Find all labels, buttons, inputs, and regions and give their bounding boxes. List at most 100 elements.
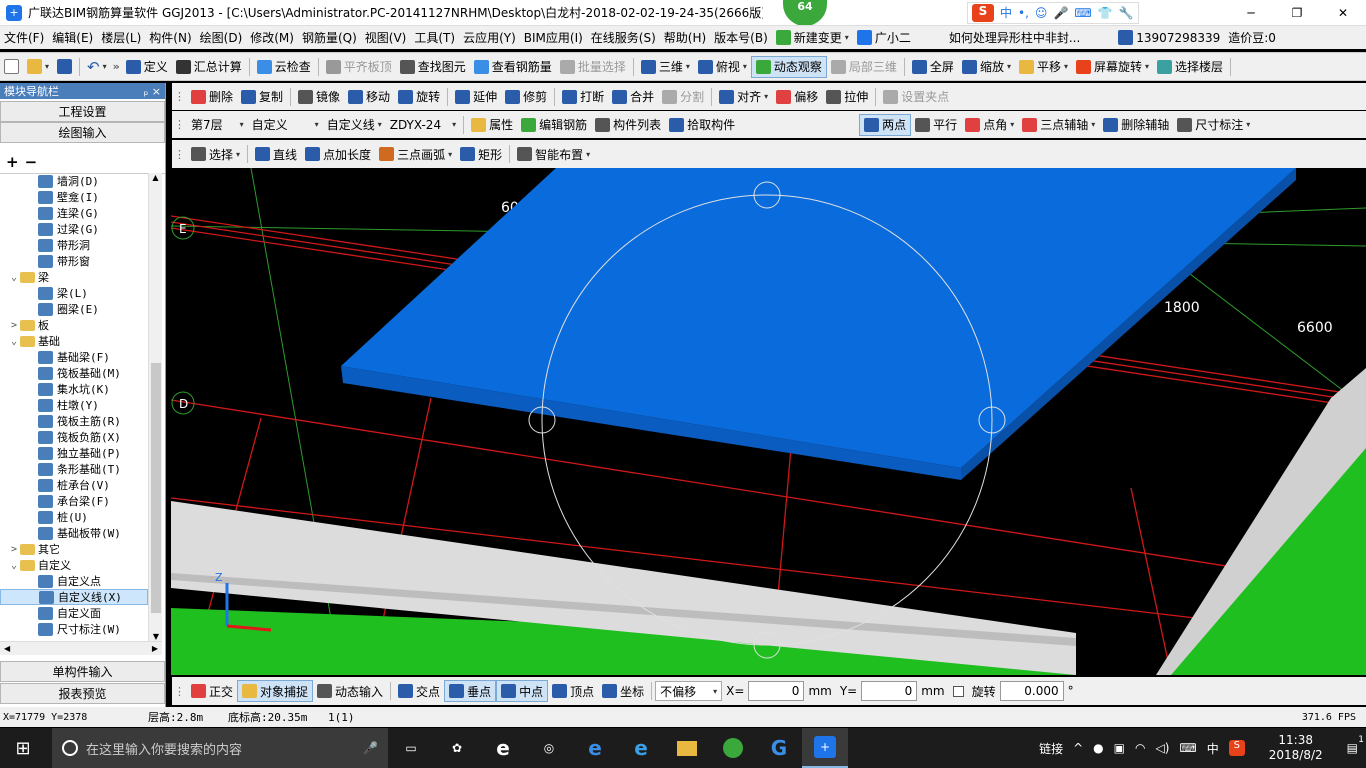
sb1-items-item-6[interactable]: 顶点 — [548, 680, 598, 702]
tb2-items-item-13[interactable]: 设置夹点 — [879, 86, 953, 108]
tree-item-24[interactable]: ⌄ 自定义 — [0, 557, 148, 573]
tree-item-9[interactable]: > 板 — [0, 317, 148, 333]
menu-item-10[interactable]: BIM应用(I) — [520, 27, 587, 49]
type-select[interactable]: 自定义线 ▾ — [323, 114, 386, 136]
sb1-items-item-2[interactable]: 动态输入 — [313, 680, 387, 702]
tb2-items-item-9[interactable]: 分割 — [658, 86, 708, 108]
taskbar-search[interactable]: 在这里输入你要搜索的内容 🎤 — [52, 728, 388, 768]
scrollbar-thumb[interactable] — [151, 363, 161, 613]
rotate-input[interactable]: 0.000 — [999, 681, 1064, 701]
tb1-items-item-2[interactable]: 云检查 — [253, 56, 315, 78]
tb1-items-item-7[interactable]: 三维 ▾ — [637, 56, 694, 78]
project-settings-button[interactable]: 工程设置 — [0, 101, 165, 122]
tb2-items-item-1[interactable]: 复制 — [237, 86, 287, 108]
tree-item-18[interactable]: 条形基础(T) — [0, 461, 148, 477]
tb2-items-item-6[interactable]: 修剪 — [501, 86, 551, 108]
new-file-icon[interactable] — [0, 56, 23, 78]
ime-toolbar[interactable]: S 中 •, ☺ 🎤 ⌨ 👕 🔧 — [967, 1, 1139, 24]
sb1-items-item-0[interactable]: 正交 — [187, 680, 237, 702]
tb2-items-item-3[interactable]: 移动 — [344, 86, 394, 108]
tb1-items-item-3[interactable]: 平齐板顶 — [322, 56, 396, 78]
tree-item-21[interactable]: 桩(U) — [0, 509, 148, 525]
tb1-items-item-8[interactable]: 俯视 ▾ — [694, 56, 751, 78]
tray-volume-icon[interactable]: ◁) — [1155, 741, 1169, 755]
drawing-input-button[interactable]: 绘图输入 — [0, 122, 165, 143]
save-icon[interactable] — [53, 56, 76, 78]
sb1-items-item-4[interactable]: 垂点 — [444, 680, 497, 702]
single-component-input-button[interactable]: 单构件输入 — [0, 661, 165, 682]
undo-icon[interactable]: ↶ ▾ — [83, 56, 111, 78]
tree-item-23[interactable]: > 其它 — [0, 541, 148, 557]
tb4-items-item-3[interactable]: 三点画弧 ▾ — [375, 143, 456, 165]
tb3-right-item-0[interactable]: 两点 — [859, 113, 912, 136]
pinned-app-g-icon[interactable]: G — [756, 728, 802, 768]
tray-lang[interactable]: 中 — [1207, 740, 1219, 757]
tree-item-25[interactable]: 自定义点 — [0, 573, 148, 589]
emoji-icon[interactable]: ☺ — [1035, 6, 1048, 20]
tree-item-15[interactable]: 筏板主筋(R) — [0, 413, 148, 429]
pinned-app-chrome-icon[interactable]: ◎ — [526, 728, 572, 768]
tree-expander-icon[interactable]: ⌄ — [8, 560, 20, 571]
tb1-items-item-14[interactable]: 屏幕旋转 ▾ — [1072, 56, 1153, 78]
tb1-items-item-6[interactable]: 批量选择 — [556, 56, 630, 78]
pin-icon[interactable]: ₚ — [144, 85, 149, 98]
tb1-items-item-4[interactable]: 查找图元 — [396, 56, 470, 78]
wrench-icon[interactable]: 🔧 — [1119, 6, 1134, 20]
tb3-items-item-1[interactable]: 编辑钢筋 — [517, 114, 591, 136]
report-preview-button[interactable]: 报表预览 — [0, 683, 165, 704]
tb3-items-item-0[interactable]: 属性 — [467, 114, 517, 136]
action-center-icon[interactable]: ▤ 1 — [1347, 735, 1364, 755]
menu-item-2[interactable]: 楼层(L) — [97, 27, 145, 49]
component-select[interactable]: ZDYX-24 ▾ — [386, 114, 460, 136]
sb1-items-item-7[interactable]: 坐标 — [598, 680, 648, 702]
pinned-app-ie2-icon[interactable]: e — [618, 728, 664, 768]
tree-item-13[interactable]: 集水坑(K) — [0, 381, 148, 397]
tree-item-26[interactable]: 自定义线(X) — [0, 589, 148, 605]
user-account[interactable]: 13907298339 — [1114, 27, 1224, 49]
open-file-icon[interactable]: ▾ — [23, 56, 53, 78]
tb1-items-item-11[interactable]: 全屏 — [908, 56, 958, 78]
tree-item-2[interactable]: 连梁(G) — [0, 205, 148, 221]
file-explorer-icon[interactable] — [664, 728, 710, 768]
clock[interactable]: 11:38 2018/8/2 — [1269, 733, 1323, 763]
tree-item-12[interactable]: 筏板基础(M) — [0, 365, 148, 381]
tree-item-19[interactable]: 桩承台(V) — [0, 477, 148, 493]
tb1-items-item-12[interactable]: 缩放 ▾ — [958, 56, 1015, 78]
tray-link[interactable]: 链接 — [1039, 740, 1063, 757]
tree-item-20[interactable]: 承台梁(F) — [0, 493, 148, 509]
tb1-items-item-0[interactable]: 定义 — [122, 56, 172, 78]
tree-item-17[interactable]: 独立基础(P) — [0, 445, 148, 461]
menu-item-4[interactable]: 绘图(D) — [196, 27, 247, 49]
menu-item-0[interactable]: 文件(F) — [0, 27, 48, 49]
tb1-items-item-15[interactable]: 选择楼层 — [1153, 56, 1227, 78]
tray-wifi-icon[interactable]: ◠ — [1135, 741, 1145, 755]
tb3-right-item-3[interactable]: 三点辅轴 ▾ — [1018, 114, 1099, 136]
tb2-items-item-8[interactable]: 合并 — [608, 86, 658, 108]
help-question-link[interactable]: 如何处理异形柱中非封... — [945, 27, 1084, 49]
custom-line-slab-top[interactable] — [341, 168, 1296, 468]
tb1-items-item-13[interactable]: 平移 ▾ — [1015, 56, 1072, 78]
menu-item-14[interactable]: 新建变更 ▾ — [772, 27, 853, 49]
tree-item-14[interactable]: 柱墩(Y) — [0, 397, 148, 413]
tree-item-11[interactable]: 基础梁(F) — [0, 349, 148, 365]
tb1-items-item-1[interactable]: 汇总计算 — [172, 56, 246, 78]
tb3-items-item-2[interactable]: 构件列表 — [591, 114, 665, 136]
tb1-items-item-9[interactable]: 动态观察 — [750, 55, 827, 78]
pinned-app-green-icon[interactable] — [710, 728, 756, 768]
tree-item-1[interactable]: 壁龛(I) — [0, 189, 148, 205]
offset-select[interactable]: 不偏移 ▾ — [655, 681, 723, 701]
tree-expander-icon[interactable]: ⌄ — [8, 336, 20, 347]
tray-network-icon[interactable]: ▣ — [1114, 741, 1125, 755]
drawing-viewport[interactable]: E D 600 1800 6600 Z — [171, 168, 1366, 675]
tree-item-16[interactable]: 筏板负筋(X) — [0, 429, 148, 445]
menu-item-15[interactable]: 广小二 — [853, 27, 915, 49]
tb2-items-item-7[interactable]: 打断 — [558, 86, 608, 108]
tree-item-27[interactable]: 自定义面 — [0, 605, 148, 621]
tray-sogou-icon[interactable]: S — [1228, 740, 1245, 756]
tb4-items-item-4[interactable]: 矩形 — [456, 143, 506, 165]
tb3-right-item-4[interactable]: 删除辅轴 — [1099, 114, 1173, 136]
tb1-items-item-5[interactable]: 查看钢筋量 — [470, 56, 556, 78]
mic-icon[interactable]: 🎤 — [1053, 6, 1068, 20]
task-view-icon[interactable]: ▭ — [388, 728, 434, 768]
tree-item-0[interactable]: 墙洞(D) — [0, 173, 148, 189]
